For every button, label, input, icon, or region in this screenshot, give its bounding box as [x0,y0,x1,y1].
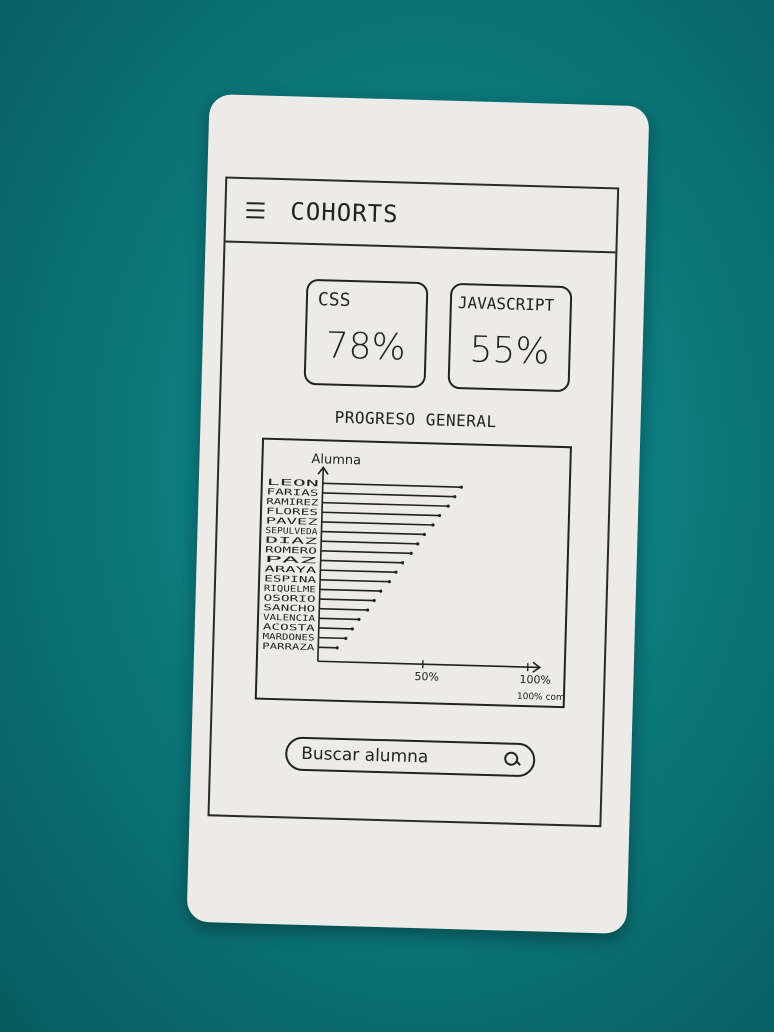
bar-end-dot [437,513,442,518]
card-label: JAVASCRIPT [457,293,555,315]
chart-bar [320,578,390,583]
bar-end-dot [453,495,457,499]
bar-end-dot [459,485,463,489]
chart-bar [319,617,359,621]
bar-end-dot [365,608,370,612]
chart-bar [319,588,381,592]
bar-end-dot [416,542,420,546]
card-value: 78% [325,325,407,369]
phone-screen: COHORTS CSS 78% JAVASCRIPT 55% PROGRESO … [207,176,620,828]
chart-bar [320,569,396,574]
card-value: 55% [469,329,551,373]
chart-bar [318,636,346,640]
bar-end-dot [335,646,339,650]
hamburger-icon[interactable] [246,202,265,219]
bar-end-dot [409,551,413,555]
bar-end-dot [400,561,405,565]
bar-end-dot [387,580,391,584]
x-axis-label: 100% completitud [517,692,570,704]
chart-bar [321,511,440,517]
progress-chart: Alumna 50% 100% 100% completitud LEON FARIAS R… [254,437,572,709]
chart-bar [321,530,425,536]
chart-bar [321,521,434,526]
bar-end-dot [431,523,435,527]
chart-bar [322,501,449,507]
x-axis [317,660,540,669]
y-axis-label: Alumna [311,452,361,468]
app-bar: COHORTS [225,178,618,254]
chart-bar [321,540,418,545]
chart-bar [322,492,455,498]
app-title: COHORTS [290,197,399,229]
paper-sheet: COHORTS CSS 78% JAVASCRIPT 55% PROGRESO … [186,94,650,934]
card-label: CSS [317,289,351,312]
css-progress-card[interactable]: CSS 78% [303,278,429,389]
chart-bar [322,482,462,489]
chart-bar [319,607,368,611]
javascript-progress-card[interactable]: JAVASCRIPT 55% [447,282,573,393]
section-title: PROGRESO GENERAL [334,407,497,432]
chart-bar [320,559,403,564]
chart-bar [318,627,353,630]
search-input[interactable] [298,742,494,771]
category-label: PARRAZA [262,642,314,653]
bar-end-dot [372,598,376,603]
y-axis [317,467,325,662]
chart-svg: Alumna50% 100%100% completitudLEONFARIASR… [262,452,570,704]
bar-end-dot [344,636,348,640]
bar-end-dot [446,504,450,508]
search-bar[interactable] [284,736,536,778]
chart-bar [319,598,375,602]
search-icon[interactable] [503,750,521,768]
bar-end-dot [422,532,426,537]
chart-bar [318,646,338,649]
bar-end-dot [350,627,354,631]
bar-end-dot [394,570,398,574]
x-tick-label: 100% [519,673,551,687]
bar-end-dot [379,589,383,593]
chart-bar [320,550,412,555]
x-tick-label: 50% [414,670,439,684]
bar-end-dot [357,617,361,622]
